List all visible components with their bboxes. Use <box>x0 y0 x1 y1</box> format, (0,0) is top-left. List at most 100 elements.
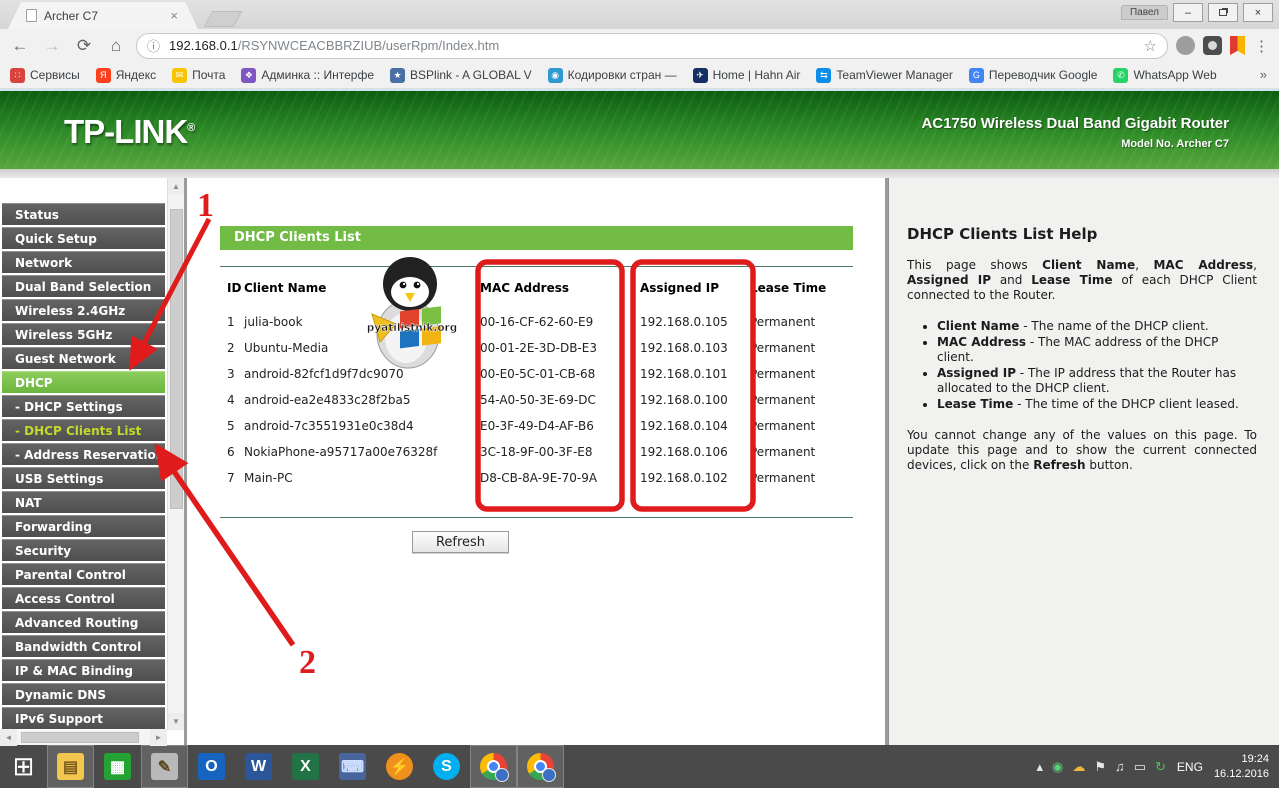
download-manager-icon[interactable]: ⚡ <box>376 745 423 788</box>
refresh-button[interactable]: Refresh <box>412 531 509 553</box>
sidebar-item-ipv6-support[interactable]: IPv6 Support <box>2 707 165 729</box>
sidebar-item-network[interactable]: Network <box>2 251 165 273</box>
bookmark-hahn-air[interactable]: ✈ Home | Hahn Air <box>693 68 801 83</box>
sidebar-item-address-reservation[interactable]: - Address Reservation <box>2 443 165 465</box>
sidebar-item-nat[interactable]: NAT <box>2 491 165 513</box>
sidebar-item-security[interactable]: Security <box>2 539 165 561</box>
volume-muted-icon[interactable]: ♫ <box>1115 759 1125 774</box>
bookmark-icon: ⇆ <box>816 68 831 83</box>
sidebar-item-quick-setup[interactable]: Quick Setup <box>2 227 165 249</box>
cloud-storage-icon[interactable]: ☁ <box>1072 759 1085 775</box>
tray-app-icon[interactable]: ◉ <box>1052 759 1063 775</box>
screenshot-tool-icon[interactable]: ✎ <box>141 745 188 788</box>
sidebar-item-dhcp-settings[interactable]: - DHCP Settings <box>2 395 165 417</box>
bookmark-translate[interactable]: G Переводчик Google <box>969 68 1098 83</box>
restore-button[interactable] <box>1208 3 1238 22</box>
column-header: Lease Time <box>750 281 853 295</box>
sidebar-item-ip-mac-binding[interactable]: IP & MAC Binding <box>2 659 165 681</box>
scroll-down-icon[interactable]: ▼ <box>168 713 185 730</box>
skype-icon[interactable]: S <box>423 745 470 788</box>
back-icon[interactable]: ← <box>8 36 32 56</box>
page-icon <box>26 9 37 22</box>
word-icon[interactable]: W <box>235 745 282 788</box>
scroll-right-icon[interactable]: ► <box>150 729 167 746</box>
close-button[interactable]: × <box>1243 3 1273 22</box>
bookmark-star-icon[interactable]: ☆ <box>1144 37 1157 55</box>
help-bullet: MAC Address - The MAC address of the DHC… <box>937 335 1257 365</box>
file-explorer-icon[interactable]: ▤ <box>47 745 94 788</box>
reload-icon[interactable]: ⟳ <box>72 36 96 56</box>
bookmark-pochta[interactable]: ✉ Почта <box>172 68 225 83</box>
outlook-icon[interactable]: O <box>188 745 235 788</box>
site-info-icon[interactable]: ⓘ <box>147 36 160 55</box>
bookmark-icon: ❖ <box>241 68 256 83</box>
sidebar-item-dual-band[interactable]: Dual Band Selection <box>2 275 165 297</box>
scrollbar-thumb[interactable] <box>21 732 139 743</box>
extension-icon-2[interactable] <box>1203 36 1222 55</box>
browser-menu-icon[interactable]: ⋮ <box>1253 37 1271 55</box>
cell-lease-time: Permanent <box>750 471 853 485</box>
profile-name-badge[interactable]: Павел <box>1121 5 1168 20</box>
bookmark-bsplink[interactable]: ★ BSPlink - A GLOBAL V <box>390 68 532 83</box>
bookmark-whatsapp[interactable]: ✆ WhatsApp Web <box>1113 68 1216 83</box>
cell-assigned-ip: 192.168.0.105 <box>640 315 750 329</box>
taskbar: ⊞ ▤ ▦ ✎ O W X ⌨ ⚡ S <box>0 745 1279 788</box>
minimize-button[interactable]: – <box>1173 3 1203 22</box>
watermark-image: pyatilistnik.org <box>362 254 464 372</box>
start-button[interactable]: ⊞ <box>0 745 47 788</box>
sync-app-icon[interactable]: ↻ <box>1155 759 1166 775</box>
network-icon[interactable]: ▭ <box>1134 759 1146 775</box>
sidebar-item-status[interactable]: Status <box>2 203 165 225</box>
sidebar-item-advanced-routing[interactable]: Advanced Routing <box>2 611 165 633</box>
sidebar-item-usb-settings[interactable]: USB Settings <box>2 467 165 489</box>
sidebar-vertical-scrollbar[interactable]: ▲ ▼ <box>167 178 184 730</box>
clock[interactable]: 19:24 16.12.2016 <box>1214 752 1269 782</box>
language-indicator[interactable]: ENG <box>1177 760 1203 774</box>
chrome-icon[interactable] <box>470 745 517 788</box>
bookmark-adminka[interactable]: ❖ Админка :: Интерфе <box>241 68 374 83</box>
forward-icon[interactable]: → <box>40 36 64 56</box>
sidebar-item-dhcp[interactable]: DHCP <box>2 371 165 393</box>
url-host: 192.168.0.1 <box>169 38 238 53</box>
sidebar-item-parental-control[interactable]: Parental Control <box>2 563 165 585</box>
bookmark-kodirovki[interactable]: ◉ Кодировки стран — <box>548 68 677 83</box>
hidden-icons-chevron[interactable]: ▴ <box>1036 759 1043 775</box>
bookmarks-overflow-icon[interactable]: » <box>1260 67 1267 82</box>
cell-lease-time: Permanent <box>750 393 853 407</box>
sidebar-item-wireless-24[interactable]: Wireless 2.4GHz <box>2 299 165 321</box>
cell-assigned-ip: 192.168.0.103 <box>640 341 750 355</box>
sidebar-item-wireless-5[interactable]: Wireless 5GHz <box>2 323 165 345</box>
scroll-up-icon[interactable]: ▲ <box>168 178 185 195</box>
cell-mac-address: D8-CB-8A-9E-70-9A <box>480 471 640 485</box>
scroll-left-icon[interactable]: ◄ <box>0 729 17 746</box>
action-center-icon[interactable]: ⚑ <box>1094 759 1106 775</box>
extension-icon-3[interactable] <box>1230 36 1245 55</box>
windows-store-icon[interactable]: ▦ <box>94 745 141 788</box>
bookmark-yandex[interactable]: Я Яндекс <box>96 68 156 83</box>
extension-icon-1[interactable] <box>1176 36 1195 55</box>
sidebar-item-dhcp-clients-list[interactable]: - DHCP Clients List <box>2 419 165 441</box>
sidebar-item-dynamic-dns[interactable]: Dynamic DNS <box>2 683 165 705</box>
browser-toolbar: ← → ⟳ ⌂ ⓘ 192.168.0.1 /RSYNWCEACBBRZIUB/… <box>0 29 1279 62</box>
bookmark-teamviewer[interactable]: ⇆ TeamViewer Manager <box>816 68 953 83</box>
help-bullet: Lease Time - The time of the DHCP client… <box>937 397 1257 412</box>
bookmark-icon: ∷ <box>10 68 25 83</box>
excel-icon[interactable]: X <box>282 745 329 788</box>
chrome-profile-icon[interactable] <box>517 745 564 788</box>
help-intro: This page shows Client Name, MAC Address… <box>907 258 1257 303</box>
bookmark-icon: ✉ <box>172 68 187 83</box>
home-icon[interactable]: ⌂ <box>104 36 128 56</box>
address-bar[interactable]: ⓘ 192.168.0.1 /RSYNWCEACBBRZIUB/userRpm/… <box>136 33 1168 59</box>
remote-desktop-icon[interactable]: ⌨ <box>329 745 376 788</box>
sidebar-horizontal-scrollbar[interactable]: ◄ ► <box>0 730 167 745</box>
new-tab-button[interactable] <box>204 11 243 27</box>
sidebar-item-access-control[interactable]: Access Control <box>2 587 165 609</box>
url-path: /RSYNWCEACBBRZIUB/userRpm/Index.htm <box>238 38 500 53</box>
browser-tab[interactable]: Archer C7 × <box>8 2 198 29</box>
bookmark-servisy[interactable]: ∷ Сервисы <box>10 68 80 83</box>
tab-close-icon[interactable]: × <box>168 8 180 23</box>
sidebar-item-forwarding[interactable]: Forwarding <box>2 515 165 537</box>
sidebar-item-bandwidth-control[interactable]: Bandwidth Control <box>2 635 165 657</box>
scrollbar-thumb[interactable] <box>170 209 183 509</box>
sidebar-item-guest-network[interactable]: Guest Network <box>2 347 165 369</box>
